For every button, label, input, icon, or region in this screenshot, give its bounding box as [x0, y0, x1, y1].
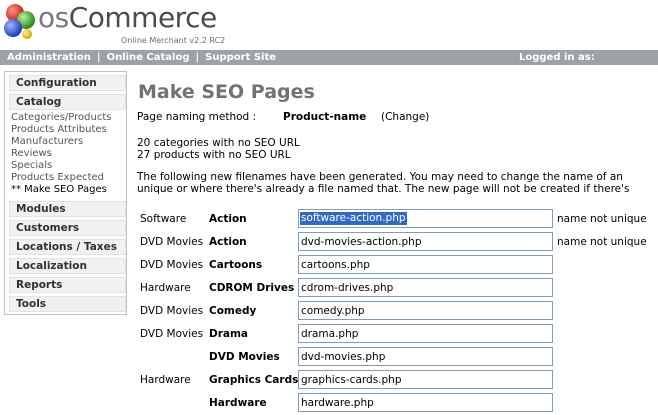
products-count: 27 products with no SEO URL — [137, 149, 291, 161]
row-note: name not unique — [557, 213, 647, 225]
top-nav-links: Administration | Online Catalog | Support Si… — [7, 50, 276, 65]
row-category: DVD Movies — [140, 305, 204, 317]
row-name: Action — [209, 213, 247, 225]
row-name: Hardware — [209, 397, 267, 409]
sidebar-link-manufacturers[interactable]: Manufacturers — [11, 136, 129, 148]
row-category: Hardware — [140, 282, 191, 294]
sidebar-section-configuration[interactable]: Configuration — [9, 75, 126, 91]
seo-filename-input[interactable] — [298, 393, 553, 412]
naming-method-value: Product-name — [283, 111, 367, 123]
naming-method-label: Page naming method : — [137, 111, 257, 123]
row-name: CDROM Drives — [209, 282, 295, 294]
seo-row: Software Action software-action.php name… — [137, 209, 658, 229]
seo-row: Hardware Graphics Cards — [137, 370, 658, 390]
sidebar-section-modules[interactable]: Modules — [9, 201, 126, 217]
sidebar-link-make-seo-pages[interactable]: ** Make SEO Pages — [11, 184, 129, 196]
logo-os: os — [38, 1, 69, 34]
info-text: The following new filenames have been ge… — [137, 171, 658, 195]
logo-tagline: Online Merchant v2.2 RC2 — [121, 36, 226, 45]
sidebar-link-reviews[interactable]: Reviews — [11, 148, 129, 160]
seo-row: Hardware — [137, 393, 658, 413]
sidebar-link-products-attributes[interactable]: Products Attributes — [11, 124, 129, 136]
missing-url-counts: 20 categories with no SEO URL 27 product… — [137, 137, 300, 161]
seo-filename-input[interactable] — [298, 347, 553, 366]
main-content: Make SEO Pages Page naming method : Produ… — [137, 78, 658, 415]
page-naming-method: Page naming method : Product-name (Change) — [137, 111, 429, 123]
row-name: Drama — [209, 328, 249, 340]
seo-filename-input[interactable] — [298, 209, 553, 228]
row-category: DVD Movies — [140, 236, 204, 248]
seo-row: DVD Movies Cartoons — [137, 255, 658, 275]
info-line: unique or where there's already a file n… — [137, 183, 630, 195]
sidebar-menu: Configuration Catalog Categories/Product… — [4, 71, 127, 315]
row-category: Software — [140, 213, 187, 225]
logo-wordmark: osCommerce — [38, 0, 217, 36]
sidebar-section-customers[interactable]: Customers — [9, 220, 126, 236]
nav-administration-link[interactable]: Administration — [7, 52, 91, 63]
nav-support-site-link[interactable]: Support Site — [205, 52, 276, 63]
row-category: DVD Movies — [140, 259, 204, 271]
seo-row: DVD Movies Drama — [137, 324, 658, 344]
row-name: Action — [209, 236, 247, 248]
categories-count: 20 categories with no SEO URL — [137, 137, 300, 149]
logged-in-status: Logged in as: — [519, 52, 595, 63]
change-naming-link[interactable]: (Change) — [381, 111, 429, 123]
row-name: DVD Movies — [209, 351, 280, 363]
nav-online-catalog-link[interactable]: Online Catalog — [107, 52, 190, 63]
info-line: The following new filenames have been ge… — [137, 171, 623, 183]
seo-row: DVD Movies — [137, 347, 658, 367]
seo-filename-input[interactable] — [298, 370, 553, 389]
nav-separator: | — [195, 52, 200, 63]
page-title: Make SEO Pages — [138, 81, 315, 103]
row-name: Comedy — [209, 305, 257, 317]
sidebar-link-categories-products[interactable]: Categories/Products — [11, 112, 129, 124]
logo-balls-icon — [4, 4, 35, 39]
seo-filename-input[interactable] — [298, 232, 553, 251]
sidebar-link-specials[interactable]: Specials — [11, 160, 129, 172]
row-category: Hardware — [140, 374, 191, 386]
seo-row: Hardware CDROM Drives — [137, 278, 658, 298]
top-nav-bar: Administration | Online Catalog | Support Si… — [0, 50, 658, 65]
oscommerce-logo[interactable]: osCommerce Online Merchant v2.2 RC2 — [0, 0, 240, 50]
row-name: Graphics Cards — [209, 374, 299, 386]
sidebar-section-tools[interactable]: Tools — [9, 296, 126, 312]
sidebar-section-locations-taxes[interactable]: Locations / Taxes — [9, 239, 126, 255]
row-note: name not unique — [557, 236, 647, 248]
nav-separator: | — [96, 52, 101, 63]
seo-row: DVD Movies Action name not unique — [137, 232, 658, 252]
seo-filename-input[interactable] — [298, 324, 553, 343]
seo-row: DVD Movies Comedy — [137, 301, 658, 321]
header: osCommerce Online Merchant v2.2 RC2 — [0, 0, 658, 50]
seo-filename-input[interactable] — [298, 278, 553, 297]
logo-commerce: Commerce — [68, 1, 217, 34]
row-name: Cartoons — [209, 259, 263, 271]
sidebar-section-catalog[interactable]: Catalog — [9, 94, 126, 110]
sidebar-section-reports[interactable]: Reports — [9, 277, 126, 293]
catalog-links: Categories/Products Products Attributes … — [11, 112, 129, 196]
row-category: DVD Movies — [140, 328, 204, 340]
sidebar-link-products-expected[interactable]: Products Expected — [11, 172, 129, 184]
seo-filename-input[interactable] — [298, 301, 553, 320]
seo-filename-input[interactable] — [298, 255, 553, 274]
sidebar-section-localization[interactable]: Localization — [9, 258, 126, 274]
